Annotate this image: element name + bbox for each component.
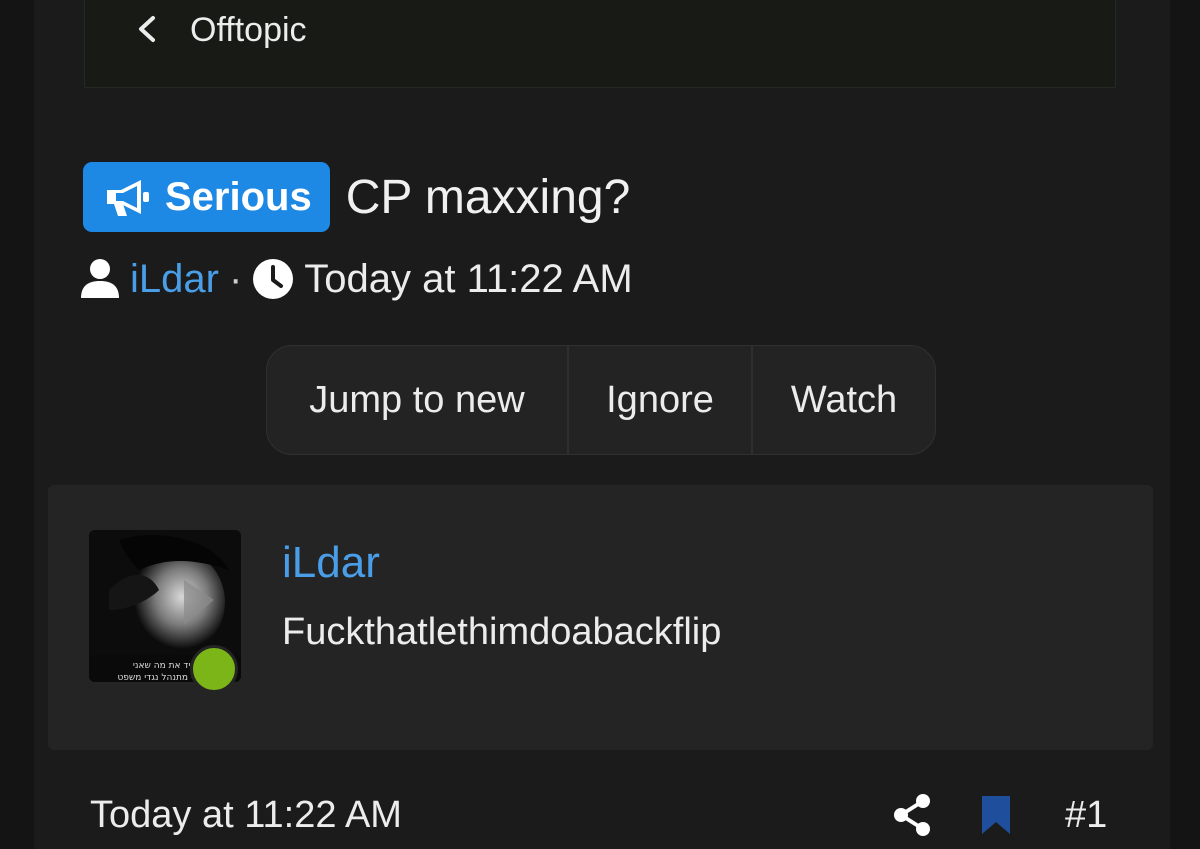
meta-separator: ·	[228, 256, 243, 301]
online-status-indicator	[190, 645, 238, 693]
post-body: Fuckthatlethimdoabackflip	[282, 611, 722, 653]
ignore-button[interactable]: Ignore	[569, 346, 753, 454]
breadcrumb-bar: Offtopic	[84, 0, 1116, 88]
jump-to-new-button[interactable]: Jump to new	[267, 346, 569, 454]
post-username-link[interactable]: iLdar	[282, 538, 380, 588]
right-gutter	[1170, 0, 1200, 849]
prefix-badge[interactable]: Serious	[83, 162, 330, 232]
post-card: להגיד את מה שאני כי מתנהל נגדי משפט. iLd…	[48, 485, 1153, 750]
bookmark-icon[interactable]	[980, 794, 1012, 836]
post-number-link[interactable]: #1	[1065, 790, 1107, 840]
post-date[interactable]: Today at 11:22 AM	[90, 790, 402, 840]
thread-title: CP maxxing?	[345, 170, 631, 224]
watch-button[interactable]: Watch	[753, 346, 935, 454]
breadcrumb-forum-link[interactable]: Offtopic	[190, 10, 307, 50]
thread-actions: Jump to new Ignore Watch	[266, 345, 936, 455]
user-icon	[81, 259, 119, 298]
share-icon[interactable]	[892, 793, 932, 837]
thread-page: Offtopic Serious CP maxxing? iLdar · Tod…	[0, 0, 1200, 849]
avatar-caption-line2: כי מתנהל נגדי משפט.	[117, 673, 200, 682]
post-footer: Today at 11:22 AM #1	[90, 790, 1110, 840]
thread-author-link[interactable]: iLdar	[130, 257, 219, 302]
thread-date[interactable]: Today at 11:22 AM	[304, 257, 632, 302]
megaphone-icon	[107, 180, 149, 216]
thread-meta: iLdar · Today at 11:22 AM	[80, 254, 633, 304]
prefix-label: Serious	[165, 174, 312, 219]
chevron-left-icon[interactable]	[135, 14, 159, 44]
thread-title-row: Serious CP maxxing?	[83, 160, 630, 234]
clock-icon	[253, 259, 294, 299]
left-gutter	[0, 0, 34, 849]
